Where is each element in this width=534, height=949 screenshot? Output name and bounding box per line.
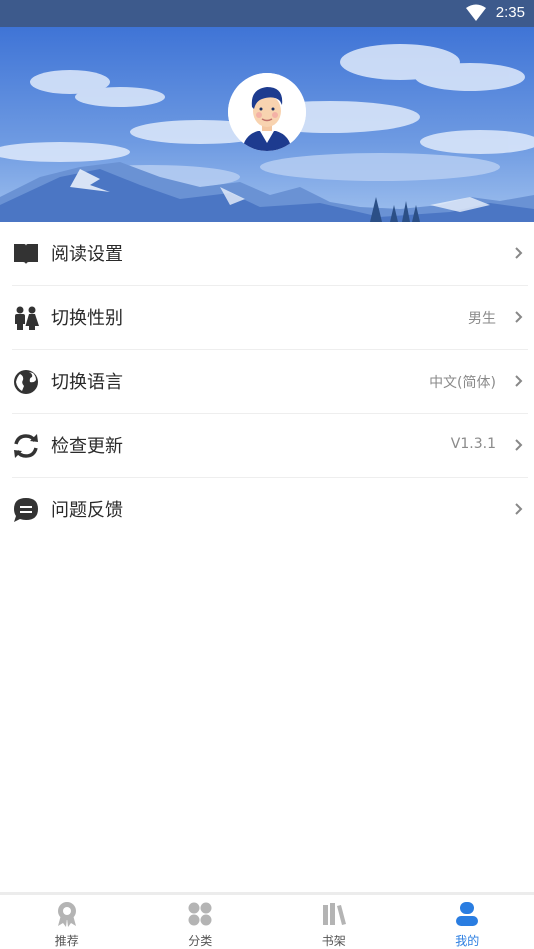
tab-label: 分类 <box>188 934 213 948</box>
chat-icon <box>14 498 38 522</box>
menu-item-reading-settings[interactable]: 阅读设置 <box>12 222 528 286</box>
tab-label: 推荐 <box>54 934 79 948</box>
menu-item-feedback[interactable]: 问题反馈 <box>12 478 528 542</box>
profile-header <box>0 27 534 222</box>
grid-icon <box>188 902 212 926</box>
menu-label: 阅读设置 <box>51 244 123 265</box>
status-time: 2:35 <box>495 4 525 21</box>
menu-value: 男生 <box>468 311 496 327</box>
menu-item-switch-language[interactable]: 切换语言 中文(简体) <box>12 350 528 414</box>
menu-label: 切换语言 <box>51 372 123 393</box>
chevron-right-icon <box>515 375 523 387</box>
tab-mine[interactable]: 我的 <box>401 895 534 949</box>
person-icon <box>456 902 479 926</box>
tab-label: 我的 <box>455 934 480 948</box>
tab-category[interactable]: 分类 <box>134 895 268 949</box>
tab-label: 书架 <box>321 934 346 948</box>
menu-item-switch-gender[interactable]: 切换性别 男生 <box>12 286 528 350</box>
status-bar: 2:35 <box>0 0 534 27</box>
bookshelf-icon <box>322 903 346 925</box>
tab-recommend[interactable]: 推荐 <box>0 895 134 949</box>
menu-value: 中文(简体) <box>429 375 496 391</box>
chevron-right-icon <box>515 503 523 515</box>
settings-menu: 阅读设置 切换性别 男生 切换语言 中文(简体) 检查更新 V1.3.1 问题反… <box>0 222 534 542</box>
menu-label: 切换性别 <box>51 308 123 329</box>
avatar-icon <box>228 73 306 151</box>
menu-label: 问题反馈 <box>51 500 123 521</box>
award-icon <box>57 902 76 927</box>
menu-value: V1.3.1 <box>450 436 496 452</box>
user-avatar[interactable] <box>228 73 306 151</box>
chevron-right-icon <box>515 311 523 323</box>
refresh-icon <box>14 434 38 458</box>
gender-icon <box>15 306 39 330</box>
tab-bookshelf[interactable]: 书架 <box>267 895 401 949</box>
menu-label: 检查更新 <box>51 436 123 457</box>
bottom-tab-bar: 推荐 分类 书架 我的 <box>0 892 534 949</box>
wifi-icon <box>466 4 486 21</box>
globe-icon <box>14 370 38 394</box>
book-icon <box>14 244 38 264</box>
chevron-right-icon <box>515 247 523 259</box>
menu-item-check-update[interactable]: 检查更新 V1.3.1 <box>12 414 528 478</box>
chevron-right-icon <box>515 439 523 451</box>
